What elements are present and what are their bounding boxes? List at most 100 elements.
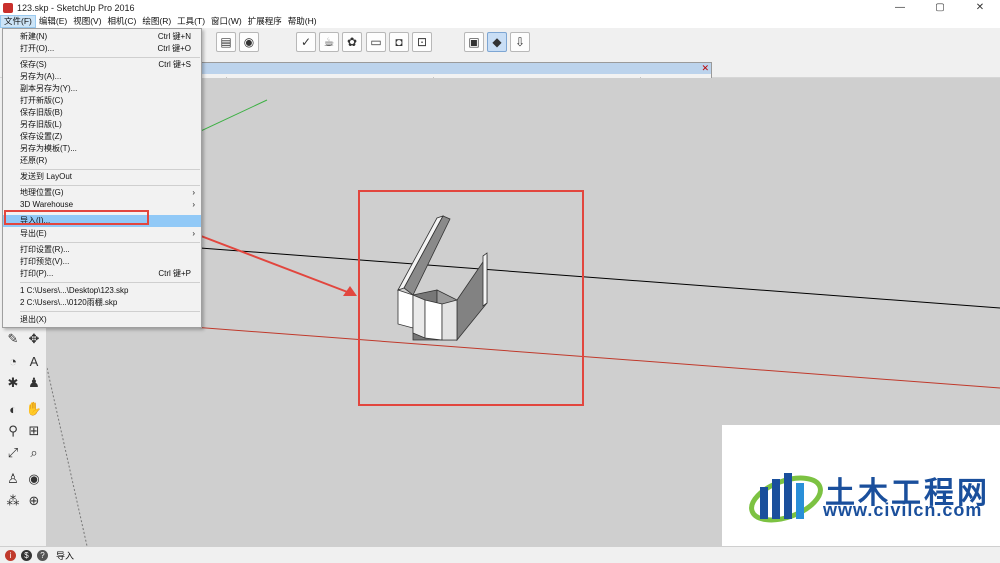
menu-item-label: 还原(R)	[20, 156, 48, 165]
floating-toolbar-close-icon[interactable]: ✕	[701, 63, 709, 74]
previous-view-icon[interactable]: ⌕	[25, 444, 43, 462]
menu-item-save-settings[interactable]: 保存设置(Z)	[3, 131, 201, 143]
menu-item-label: 退出(X)	[20, 315, 47, 324]
menu-item-label: 副本另存为(Y)...	[20, 84, 78, 93]
toolbar-group-warehouse: ▤ ◉	[216, 31, 259, 53]
menu-camera[interactable]: 相机(C)	[105, 15, 140, 28]
menu-item-recent-2[interactable]: 2 C:\Users\...\0120雨棚.skp	[3, 297, 201, 309]
position-camera-icon[interactable]: ♙	[4, 470, 22, 488]
geo-location-icon[interactable]: i	[5, 549, 16, 561]
menu-window[interactable]: 窗口(W)	[208, 15, 245, 28]
menu-item-shortcut: Ctrl 键+P	[158, 269, 191, 278]
title-bar: 123.skp - SketchUp Pro 2016 — ▢ ✕	[0, 0, 1000, 15]
menu-view[interactable]: 视图(V)	[70, 15, 104, 28]
menu-item-revert[interactable]: 还原(R)	[3, 155, 201, 167]
axes-icon[interactable]: ✱	[4, 374, 22, 392]
menu-separator	[20, 242, 200, 243]
menu-extensions[interactable]: 扩展程序	[245, 15, 285, 28]
menu-item-save-copy-as[interactable]: 副本另存为(Y)...	[3, 83, 201, 95]
menu-item-shortcut: Ctrl 键+O	[157, 44, 191, 53]
minimize-button[interactable]: —	[880, 0, 920, 15]
menu-item-print-preview[interactable]: 打印预览(V)...	[3, 256, 201, 268]
pan-icon[interactable]: ✋	[25, 400, 43, 418]
check-icon[interactable]: ✓	[296, 32, 316, 52]
help-icon[interactable]: ?	[37, 549, 48, 561]
menu-separator	[20, 57, 200, 58]
orbit-icon[interactable]: ◐	[4, 400, 22, 418]
menu-item-recent-1[interactable]: 1 C:\Users\...\Desktop\123.skp	[3, 285, 201, 297]
layer-icon[interactable]: ▣	[464, 32, 484, 52]
menu-separator	[20, 311, 200, 312]
menu-item-geo-location[interactable]: 地理位置(G) ›	[3, 187, 201, 199]
zoom-icon[interactable]: ⚲	[4, 422, 22, 440]
menu-item-save-as-template[interactable]: 另存为模板(T)...	[3, 143, 201, 155]
look-around-icon[interactable]: ◉	[25, 470, 43, 488]
menu-item-open-newer[interactable]: 打开新版(C)	[3, 95, 201, 107]
sketchup-app-icon	[3, 2, 13, 13]
menu-item-label: 打开(O)...	[20, 44, 55, 53]
floating-toolbar-titlebar[interactable]: ✕	[201, 63, 711, 74]
menu-item-label: 2 C:\Users\...\0120雨棚.skp	[20, 298, 118, 307]
menu-item-shortcut: Ctrl 键+N	[157, 32, 191, 41]
section-cut-icon[interactable]: ⊡	[412, 32, 432, 52]
menu-item-label: 发送到 LayOut	[20, 172, 73, 181]
walk-icon[interactable]: ♟	[25, 374, 43, 392]
section-tool-icon[interactable]: ⊕	[25, 492, 43, 510]
footprints-icon[interactable]: ⁂	[4, 492, 22, 510]
window-title: 123.skp - SketchUp Pro 2016	[17, 2, 135, 13]
menu-item-label: 另存为模板(T)...	[20, 144, 77, 153]
menu-item-save-as[interactable]: 另存为(A)...	[3, 71, 201, 83]
model-highlight-box	[358, 190, 584, 406]
menu-separator	[20, 185, 200, 186]
share-model-icon[interactable]: ◉	[239, 32, 259, 52]
menu-item-label: 打印设置(R)...	[20, 245, 70, 254]
menu-item-save-older[interactable]: 保存旧版(B)	[3, 107, 201, 119]
get-models-icon[interactable]: ▤	[216, 32, 236, 52]
menu-item-label: 新建(N)	[20, 32, 48, 41]
menu-item-label: 1 C:\Users\...\Desktop\123.skp	[20, 286, 129, 295]
menu-item-shortcut: Ctrl 键+S	[158, 60, 191, 69]
toolbar-group-views: ▭ ◘ ⊡	[366, 31, 432, 53]
zoom-window-icon[interactable]: ⊞	[25, 422, 43, 440]
menu-draw[interactable]: 绘图(R)	[139, 15, 174, 28]
menu-item-label: 打开新版(C)	[20, 96, 64, 105]
menu-item-label: 3D Warehouse	[20, 200, 74, 209]
menu-item-exit[interactable]: 退出(X)	[3, 314, 201, 326]
paint-bucket-icon[interactable]: ✎	[4, 330, 22, 348]
menu-help[interactable]: 帮助(H)	[285, 15, 320, 28]
zoom-extents-icon[interactable]: ⤢	[4, 444, 22, 462]
menu-item-print[interactable]: 打印(P)... Ctrl 键+P	[3, 268, 201, 280]
text-icon[interactable]: A	[25, 352, 43, 370]
menu-item-label: 保存设置(Z)	[20, 132, 63, 141]
submenu-arrow-icon: ›	[192, 229, 195, 238]
menu-edit[interactable]: 编辑(E)	[36, 15, 70, 28]
menu-item-save-as-older[interactable]: 另存旧版(L)	[3, 119, 201, 131]
section-plane-icon[interactable]: ▭	[366, 32, 386, 52]
toolbar-group-solid: ✓ ☕ ✿	[296, 31, 362, 53]
import-highlight-box	[4, 210, 149, 225]
download-icon[interactable]: ⇩	[510, 32, 530, 52]
paint-icon[interactable]: ◆	[487, 32, 507, 52]
menu-item-save[interactable]: 保存(S) Ctrl 键+S	[3, 59, 201, 71]
close-button[interactable]: ✕	[960, 0, 1000, 15]
menu-item-export[interactable]: 导出(E) ›	[3, 228, 201, 240]
menu-item-print-setup[interactable]: 打印设置(R)...	[3, 244, 201, 256]
credits-icon[interactable]: $	[21, 549, 32, 561]
menu-item-new[interactable]: 新建(N) Ctrl 键+N	[3, 31, 201, 43]
menu-item-send-to-layout[interactable]: 发送到 LayOut	[3, 171, 201, 183]
submenu-arrow-icon: ›	[192, 200, 195, 209]
menu-item-label: 导出(E)	[20, 229, 47, 238]
menu-file[interactable]: 文件(F)	[0, 15, 36, 28]
section-display-icon[interactable]: ◘	[389, 32, 409, 52]
move-icon[interactable]: ✥	[25, 330, 43, 348]
maximize-button[interactable]: ▢	[920, 0, 960, 15]
protractor-icon[interactable]: ◔	[4, 352, 22, 370]
teapot-icon[interactable]: ☕	[319, 32, 339, 52]
window-controls: — ▢ ✕	[880, 0, 1000, 15]
watermark-logo-icon	[749, 473, 823, 523]
menu-tools[interactable]: 工具(T)	[174, 15, 208, 28]
dashed-axis-line	[47, 367, 88, 546]
file-menu-dropdown: 新建(N) Ctrl 键+N 打开(O)... Ctrl 键+O 保存(S) Ctrl…	[2, 28, 202, 328]
menu-item-open[interactable]: 打开(O)... Ctrl 键+O	[3, 43, 201, 55]
styles-icon[interactable]: ✿	[342, 32, 362, 52]
